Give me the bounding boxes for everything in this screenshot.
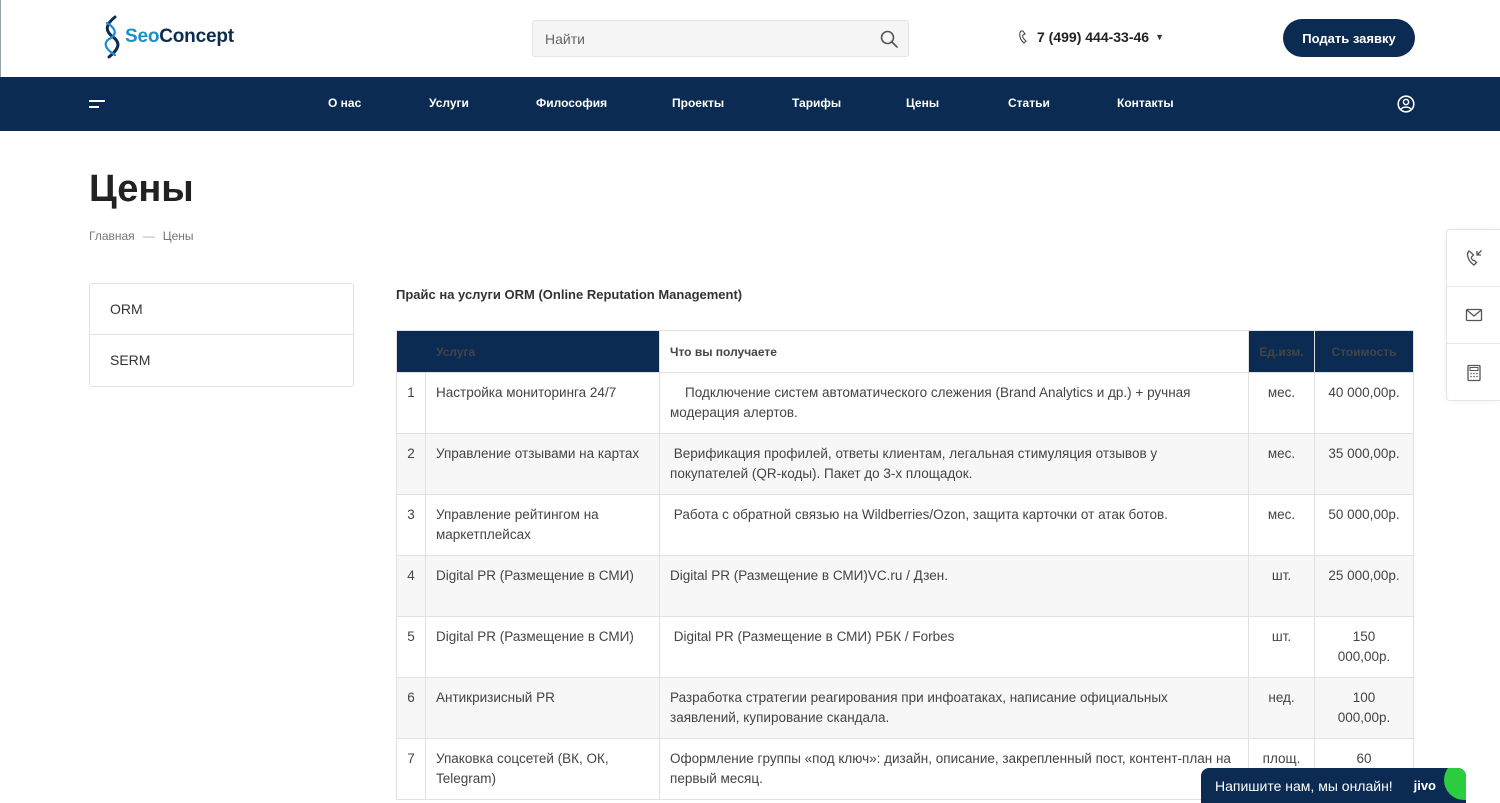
logo-dna-icon <box>104 15 120 59</box>
row-unit: мес. <box>1248 494 1316 556</box>
header-unit: Ед.изм. <box>1248 330 1316 373</box>
row-number: 5 <box>396 616 426 678</box>
row-price: 150 000,00р. <box>1314 616 1415 678</box>
row-description: Работа с обратной связью на Wildberries/… <box>659 494 1250 556</box>
sidebar-menu: ORM SERM <box>89 283 354 387</box>
calculator-button[interactable] <box>1447 344 1500 401</box>
row-price: 40 000,00р. <box>1314 372 1415 434</box>
row-price: 100 000,00р. <box>1314 677 1415 739</box>
row-price: 50 000,00р. <box>1314 494 1415 556</box>
price-table: Услуга Что вы получаете Ед.изм. Стоимост… <box>395 330 1415 800</box>
nav-item-services[interactable]: Услуги <box>429 96 469 110</box>
site-header: SeoConcept 7 (499) 444-33-46 ▼ Подать за… <box>0 0 1500 77</box>
nav-item-prices[interactable]: Цены <box>906 96 939 110</box>
row-number: 6 <box>396 677 426 739</box>
row-service: Упаковка соцсетей (ВК, ОК, Telegram) <box>424 738 661 800</box>
nav-item-projects[interactable]: Проекты <box>672 96 724 110</box>
chat-brand-logo: jivo <box>1413 778 1436 793</box>
table-row: 4 Digital PR (Размещение в СМИ) Digital … <box>396 555 1415 617</box>
row-price: 35 000,00р. <box>1314 433 1415 495</box>
sidebar-item-orm[interactable]: ORM <box>90 284 353 335</box>
row-service: Управление рейтингом на маркетплейсах <box>424 494 661 556</box>
row-unit: мес. <box>1248 372 1316 434</box>
row-number: 3 <box>396 494 426 556</box>
user-icon[interactable] <box>1397 95 1415 113</box>
logo-text: SeoConcept <box>125 26 234 48</box>
header-service: Услуга <box>395 330 661 373</box>
breadcrumb: Главная — Цены <box>89 229 194 243</box>
nav-item-tariffs[interactable]: Тарифы <box>792 96 841 110</box>
row-description: Подключение систем автоматического слеже… <box>659 372 1250 434</box>
chat-widget[interactable]: Напишите нам, мы онлайн! jivo <box>1201 768 1466 803</box>
row-description: Digital PR (Размещение в СМИ)VC.ru / Дзе… <box>659 555 1250 617</box>
search-box <box>532 20 909 57</box>
nav-item-contacts[interactable]: Контакты <box>1117 96 1174 110</box>
phone-text: 7 (499) 444-33-46 <box>1037 29 1150 45</box>
logo[interactable]: SeoConcept <box>101 15 234 59</box>
phone-icon <box>1019 30 1027 44</box>
nav-item-about[interactable]: О нас <box>328 96 361 110</box>
calculator-icon <box>1466 364 1481 381</box>
submit-request-button[interactable]: Подать заявку <box>1283 19 1415 57</box>
row-service: Антикризисный PR <box>424 677 661 739</box>
phone-number[interactable]: 7 (499) 444-33-46 ▼ <box>1018 29 1164 45</box>
row-unit: нед. <box>1248 677 1316 739</box>
breadcrumb-separator: — <box>142 229 155 243</box>
table-row: 6 Антикризисный PR Разработка стратегии … <box>396 677 1415 739</box>
row-service: Digital PR (Размещение в СМИ) <box>424 555 661 617</box>
header-receive: Что вы получаете <box>659 330 1250 373</box>
header-price: Стоимость <box>1314 330 1415 373</box>
logo-text-concept: Concept <box>159 26 234 47</box>
table-header-row: Услуга Что вы получаете Ед.изм. Стоимост… <box>395 330 1415 373</box>
table-row: 1 Настройка мониторинга 24/7 Подключение… <box>396 372 1415 434</box>
sidebar-item-serm[interactable]: SERM <box>90 335 353 386</box>
breadcrumb-home[interactable]: Главная <box>89 229 135 243</box>
chevron-down-icon[interactable]: ▼ <box>1155 32 1164 42</box>
floating-contact-panel <box>1446 229 1500 401</box>
row-service: Управление отзывами на картах <box>424 433 661 495</box>
row-description: Верификация профилей, ответы клиентам, л… <box>659 433 1250 495</box>
burger-menu-icon[interactable] <box>89 100 105 109</box>
row-description: Digital PR (Размещение в СМИ) РБК / Forb… <box>659 616 1250 678</box>
main-nav: О нас Услуги Философия Проекты Тарифы Це… <box>0 77 1500 131</box>
row-service: Настройка мониторинга 24/7 <box>424 372 661 434</box>
row-description: Оформление группы «под ключ»: дизайн, оп… <box>659 738 1250 800</box>
search-input[interactable] <box>533 21 863 56</box>
row-unit: шт. <box>1248 616 1316 678</box>
row-price: 25 000,00р. <box>1314 555 1415 617</box>
email-button[interactable] <box>1447 287 1500 344</box>
chat-label: Напишите нам, мы онлайн! <box>1215 777 1393 794</box>
table-row: 5 Digital PR (Размещение в СМИ) Digital … <box>396 616 1415 678</box>
row-number: 1 <box>396 372 426 434</box>
table-row: 3 Управление рейтингом на маркетплейсах … <box>396 494 1415 556</box>
callback-phone-icon <box>1466 250 1482 266</box>
search-icon[interactable] <box>879 29 899 49</box>
logo-text-seo: Seo <box>125 26 160 47</box>
price-list-title: Прайс на услуги ORM (Online Reputation M… <box>396 287 743 302</box>
nav-item-philosophy[interactable]: Философия <box>536 96 607 110</box>
row-number: 2 <box>396 433 426 495</box>
row-number: 7 <box>396 738 426 800</box>
row-description: Разработка стратегии реагирования при ин… <box>659 677 1250 739</box>
row-unit: шт. <box>1248 555 1316 617</box>
row-unit: мес. <box>1248 433 1316 495</box>
callback-button[interactable] <box>1447 230 1500 287</box>
page-title: Цены <box>89 168 194 210</box>
row-service: Digital PR (Размещение в СМИ) <box>424 616 661 678</box>
mail-icon <box>1465 308 1482 322</box>
row-number: 4 <box>396 555 426 617</box>
online-status-icon <box>1444 768 1466 800</box>
table-row: 2 Управление отзывами на картах Верифика… <box>396 433 1415 495</box>
breadcrumb-current: Цены <box>162 229 194 243</box>
nav-item-articles[interactable]: Статьи <box>1008 96 1050 110</box>
